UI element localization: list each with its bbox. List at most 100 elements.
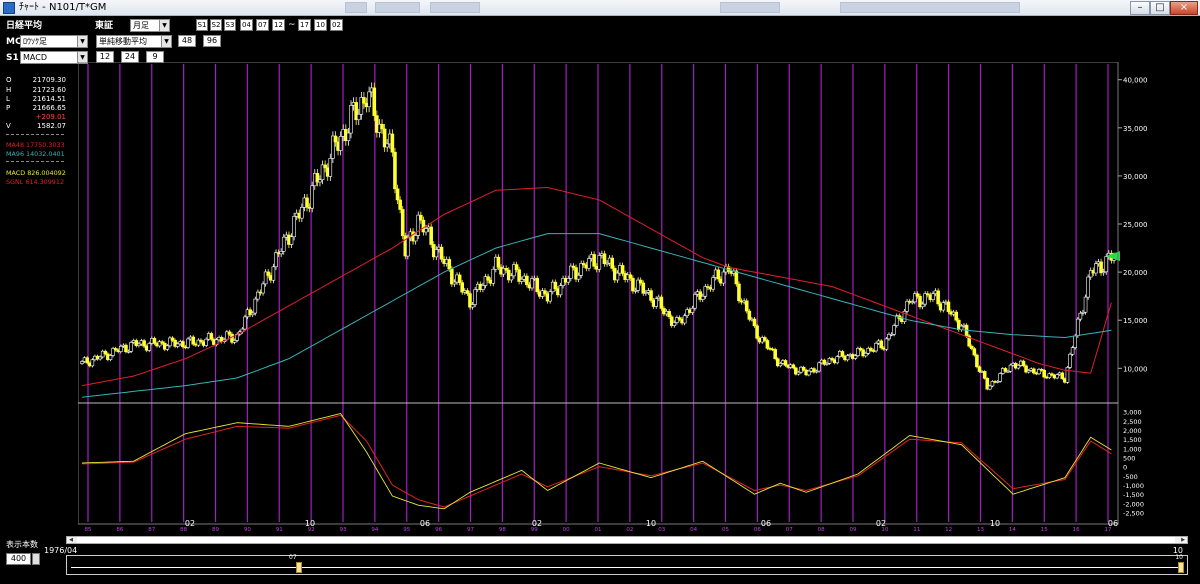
candle-body <box>124 344 128 353</box>
window-titlebar: ﾁｬｰﾄ - N101/T*GM – □ × <box>0 0 1200 16</box>
candle-body <box>874 342 878 352</box>
candle-body <box>372 87 377 116</box>
x-small-label: 04 <box>690 527 697 533</box>
range-selector[interactable]: 07 10 10 <box>66 546 1188 575</box>
sub-y-tick-label: -2,000 <box>1123 500 1144 508</box>
candle-body <box>920 303 925 308</box>
candle-body <box>356 113 361 121</box>
chart-type-select[interactable]: ﾛｳｿｸ足 ▼ <box>20 35 88 48</box>
maximize-button[interactable]: □ <box>1150 1 1170 15</box>
candle-body <box>817 362 821 372</box>
scroll-left-icon[interactable]: ◀ <box>67 537 75 543</box>
x-small-label: 00 <box>563 527 570 533</box>
candle-body <box>209 333 214 340</box>
chevron-down-icon[interactable]: ▼ <box>77 36 87 47</box>
exchange-name: 東証 <box>95 21 114 31</box>
candle-body <box>170 337 175 341</box>
candle-body <box>380 123 384 130</box>
candle-body <box>620 265 625 274</box>
to-year-field[interactable]: 17 <box>298 19 311 31</box>
info-volume: V 1582.07 <box>6 121 66 131</box>
scroll-right-icon[interactable]: ▶ <box>1179 537 1187 543</box>
x-small-label: 85 <box>85 527 92 533</box>
sub-y-tick-label: 1,500 <box>1123 436 1142 444</box>
candle-body <box>988 385 992 390</box>
candle-body <box>915 293 920 297</box>
candle-body <box>863 353 868 357</box>
chart-scrollbar[interactable]: ◀ ▶ <box>66 536 1188 544</box>
candle-body <box>587 258 591 269</box>
chevron-down-icon[interactable]: ▼ <box>159 20 169 31</box>
candle-body <box>941 302 946 311</box>
signal-line <box>81 414 1112 508</box>
indicator-value: MACD <box>23 53 47 62</box>
stock-chart[interactable]: 40,000 35,000 30,000 25,000 20,000 15,000 10,0… <box>78 62 1200 534</box>
ma-period-2-field[interactable]: 96 <box>203 35 221 47</box>
y-tick-label: 30,000 <box>1123 173 1148 181</box>
range-end-handle[interactable] <box>1178 562 1184 573</box>
close-button[interactable]: × <box>1170 1 1198 15</box>
to-day-field[interactable]: 02 <box>330 19 343 31</box>
chart-type-value: ﾛｳｿｸ足 <box>23 37 47 46</box>
series-button-s3[interactable]: S3 <box>224 19 236 31</box>
macd-line <box>81 412 1112 510</box>
x-small-label: 15 <box>1041 527 1048 533</box>
candle-body <box>1104 256 1109 273</box>
sub-y-tick-label: -2,500 <box>1123 510 1144 518</box>
candle-body <box>969 345 974 349</box>
candle-body <box>1094 263 1098 274</box>
candle-body <box>367 91 371 108</box>
candle-body <box>700 295 705 300</box>
x-small-label: 12 <box>945 527 952 533</box>
candle-body <box>289 236 294 245</box>
count-spinner[interactable] <box>32 553 40 565</box>
to-month-field[interactable]: 10 <box>314 19 327 31</box>
candle-body <box>305 197 309 208</box>
candle-body <box>1032 368 1036 374</box>
candle-body <box>1055 374 1059 379</box>
candle-body <box>752 318 757 327</box>
y-tick-label: 15,000 <box>1123 317 1148 325</box>
candle-body <box>175 343 180 347</box>
candle-body <box>1068 353 1072 368</box>
candle-body <box>413 235 418 242</box>
candle-body <box>631 277 635 292</box>
series-button-s2[interactable]: S2 <box>210 19 222 31</box>
range-start-handle[interactable] <box>296 562 302 573</box>
minimize-button[interactable]: – <box>1130 1 1150 15</box>
candle-body <box>465 290 470 294</box>
from-day-field[interactable]: 12 <box>272 19 285 31</box>
x-small-label: 07 <box>786 527 793 533</box>
candle-body <box>447 259 452 270</box>
display-count-field[interactable]: 400 <box>6 553 31 565</box>
candle-body <box>975 354 979 368</box>
candle-body <box>972 348 977 356</box>
x-label: 02 <box>185 519 195 528</box>
candle-body <box>450 268 454 285</box>
candle-body <box>108 355 113 360</box>
candle-body <box>869 347 873 351</box>
info-divider <box>6 134 64 135</box>
candle-body <box>349 105 353 134</box>
candle-body <box>840 351 845 357</box>
ma-type-select[interactable]: 単純移動平均 ▼ <box>96 35 172 48</box>
x-label: 10 <box>305 519 315 528</box>
candle-body <box>954 311 959 321</box>
x-small-label: 90 <box>244 527 251 533</box>
candle-body <box>1099 261 1103 274</box>
candle-body <box>654 298 658 307</box>
candle-body <box>765 340 770 349</box>
from-month-field[interactable]: 07 <box>256 19 269 31</box>
x-small-label: 01 <box>595 527 602 533</box>
candle-body <box>181 341 185 348</box>
candle-body <box>279 251 283 255</box>
scroll-thumb[interactable] <box>77 537 1175 543</box>
chevron-down-icon[interactable]: ▼ <box>161 36 171 47</box>
period-select[interactable]: 月足 ▼ <box>130 19 170 32</box>
ma-period-1-field[interactable]: 48 <box>178 35 196 47</box>
from-year-field[interactable]: 04 <box>240 19 253 31</box>
series-button-s1[interactable]: S1 <box>196 19 208 31</box>
x-label: 06 <box>420 519 430 528</box>
candle-body <box>300 207 304 219</box>
candle-body <box>783 360 788 366</box>
